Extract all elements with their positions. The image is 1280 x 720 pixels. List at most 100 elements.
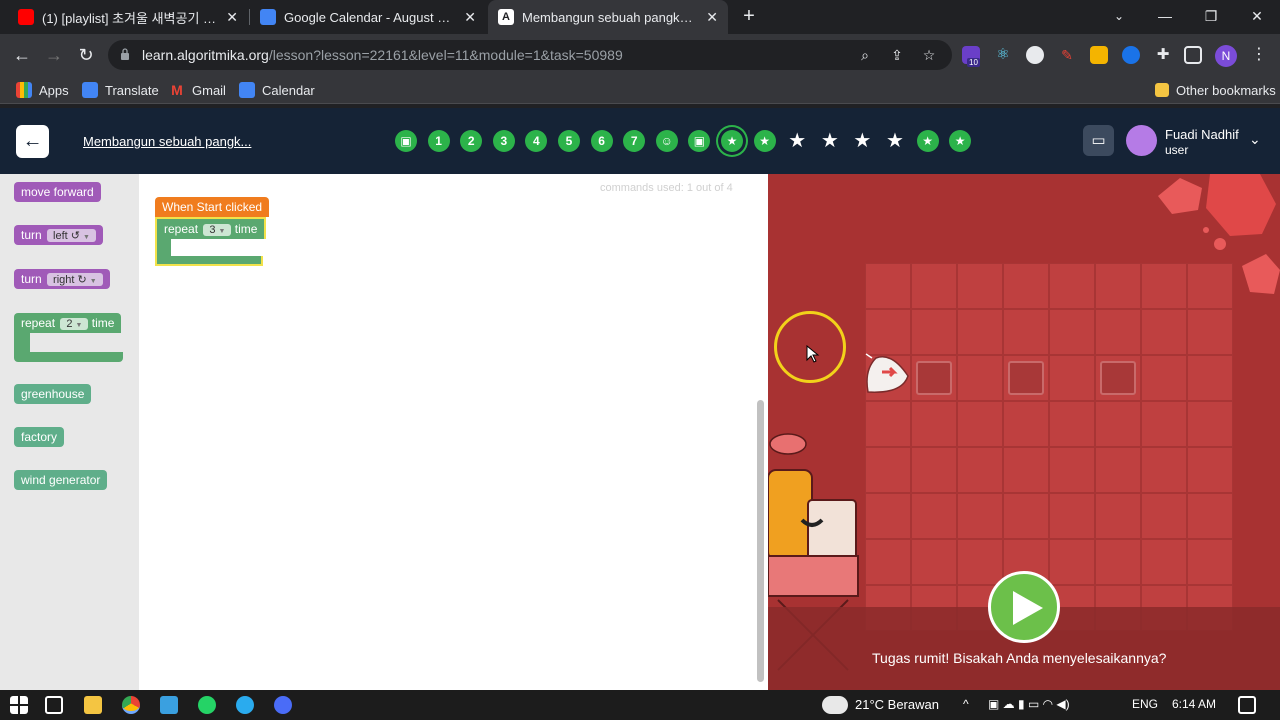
workspace-scrollbar[interactable] [757,400,764,682]
block-turn-left[interactable]: turn left ↺ ▼ [14,225,103,245]
back-button[interactable]: ← [16,125,49,158]
whatsapp-icon[interactable] [198,696,216,714]
workspace-repeat-block[interactable]: repeat 3 ▼ time [155,217,267,239]
task-step-11[interactable]: ★ [753,130,776,152]
chevron-up-icon[interactable]: ^ [963,697,969,711]
extension-icon[interactable] [1026,46,1044,64]
chrome-icon[interactable] [122,696,140,714]
grid-cell [1187,401,1233,447]
play-icon [1013,591,1043,625]
bookmark-gmail[interactable]: M Gmail [169,81,226,99]
weather-text[interactable]: 21°C Berawan [855,697,939,712]
angular-icon: A [498,9,514,25]
block-when-start-clicked[interactable]: When Start clicked [155,197,270,217]
close-icon[interactable]: ✕ [226,9,238,26]
bookmark-apps[interactable]: Apps [16,81,69,99]
grid-cell [1003,401,1049,447]
tab-search-icon[interactable]: ⌄ [1096,0,1142,34]
turn-direction-dropdown[interactable]: right ↻ ▼ [47,273,103,286]
task-step-3[interactable]: 3 [492,130,515,152]
task-step-6[interactable]: 6 [590,130,613,152]
menu-dots-icon[interactable]: ⋮ [1250,46,1268,64]
bookmark-translate[interactable]: Translate [82,81,159,99]
tab-youtube[interactable]: (1) [playlist] 초겨울 새벽공기 이불 ✕ [8,0,248,34]
task-step-15[interactable]: ★ [884,130,906,152]
calendar-icon [260,9,276,25]
task-step-16[interactable]: ★ [916,130,939,152]
block-wind-generator[interactable]: wind generator [14,470,108,490]
reload-icon[interactable]: ↻ [74,43,98,67]
zoom-icon[interactable]: ⌕ [856,46,874,64]
grid-cell [1141,309,1187,355]
block-repeat[interactable]: repeat 2 ▼ time [14,313,122,333]
grid-cell [1141,447,1187,493]
grid-cell [1095,263,1141,309]
grid-cell [1187,539,1233,585]
language-indicator[interactable]: ENG [1132,697,1158,711]
robot-icon [865,353,909,393]
grid-cell [1049,447,1095,493]
grid-cell [865,401,911,447]
share-icon[interactable]: ⇪ [888,46,906,64]
bookmarks-bar: Apps Translate M Gmail Calendar Other bo… [0,76,1280,104]
bookmark-other[interactable]: Other bookmarks [1155,81,1276,99]
restore-button[interactable]: ❐ [1188,0,1234,34]
chat-icon[interactable]: ▭ [1083,125,1114,156]
react-devtools-icon[interactable]: ⚛ [994,46,1012,64]
repeat-count-dropdown[interactable]: 3 ▼ [203,224,232,236]
analytics-icon[interactable] [1090,46,1108,64]
task-view-icon[interactable] [45,696,63,714]
grid-cell [957,447,1003,493]
tray-icons[interactable]: ▣ ☁ ▮ ▭ ◠ ◀) [988,697,1070,711]
block-turn-right[interactable]: turn right ↻ ▼ [14,269,110,289]
tab-google-calendar[interactable]: Google Calendar - August 2023 ✕ [250,0,486,34]
new-tab-button[interactable]: + [737,4,761,28]
minimize-button[interactable]: — [1142,0,1188,34]
color-picker-icon[interactable]: ✎ [1058,46,1076,64]
task-step-8[interactable]: ☺ [655,130,678,152]
app-icon[interactable] [274,696,292,714]
profile-avatar[interactable]: N [1215,45,1237,67]
grid-cell [1095,309,1141,355]
task-step-12[interactable]: ★ [786,130,808,152]
close-icon[interactable]: ✕ [464,9,476,26]
code-workspace[interactable] [139,174,768,690]
grid-cell [1049,309,1095,355]
bookmark-star-icon[interactable]: ☆ [920,46,938,64]
block-greenhouse[interactable]: greenhouse [14,384,92,404]
side-panel-icon[interactable] [1184,46,1202,64]
close-icon[interactable]: ✕ [706,9,718,26]
task-step-5[interactable]: 5 [558,130,580,152]
windows-start-icon[interactable] [10,696,28,714]
app-icon[interactable] [160,696,178,714]
task-step-0[interactable]: ▣ [395,130,417,152]
user-role: user [1165,143,1189,157]
puzzle-icon[interactable]: ✚ [1154,46,1172,64]
avatar[interactable] [1126,125,1157,156]
task-step-1[interactable]: 1 [427,130,450,152]
back-arrow-icon[interactable]: ← [10,43,34,67]
repeat-count-dropdown[interactable]: 2 ▼ [60,318,89,330]
window-close-button[interactable]: ✕ [1234,0,1280,34]
block-factory[interactable]: factory [14,427,65,447]
tab-strip: (1) [playlist] 초겨울 새벽공기 이불 ✕ Google Cale… [0,0,1280,34]
vpn-icon[interactable] [1122,46,1140,64]
bookmark-calendar[interactable]: Calendar [239,81,315,99]
clock[interactable]: 6:14 AM [1172,697,1216,711]
lesson-title[interactable]: Membangun sebuah pangk... [83,134,251,149]
grid-cell [1187,309,1233,355]
forward-arrow-icon[interactable]: → [42,43,66,67]
task-step-10[interactable]: ★ [721,130,743,152]
task-step-14[interactable]: ★ [851,130,873,152]
file-explorer-icon[interactable] [84,696,102,714]
grid-cell [1141,493,1187,539]
block-move-forward[interactable]: move forward [14,182,101,202]
notification-icon[interactable] [1238,696,1256,714]
turn-direction-dropdown[interactable]: left ↺ ▼ [47,229,96,242]
telegram-icon[interactable] [236,696,254,714]
task-step-13[interactable]: ★ [819,130,841,152]
mouse-pointer-icon [806,345,820,363]
tab-algoritmika[interactable]: A Membangun sebuah pangkalan luar ✕ [488,0,728,34]
address-bar[interactable]: learn.algoritmika.org/lesson?lesson=2216… [108,40,952,70]
chevron-down-icon[interactable]: ⌄ [1249,131,1261,148]
